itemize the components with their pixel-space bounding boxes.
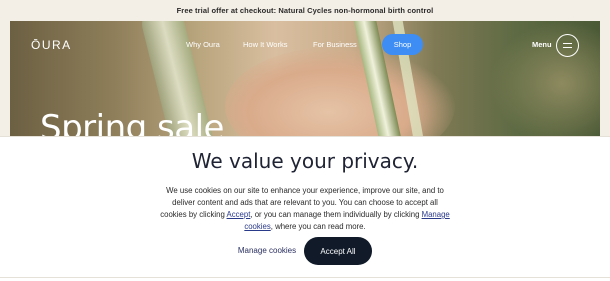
- shop-button[interactable]: Shop: [382, 34, 423, 55]
- divider: [0, 277, 610, 278]
- nav-link-how-it-works[interactable]: How It Works: [243, 40, 287, 49]
- promo-text: Free trial offer at checkout: Natural Cy…: [176, 6, 434, 15]
- menu-label[interactable]: Menu: [532, 40, 552, 49]
- cookie-consent-dialog: We value your privacy. We use cookies on…: [0, 136, 610, 281]
- oura-logo[interactable]: ŌURA: [31, 38, 72, 52]
- promo-banner[interactable]: Free trial offer at checkout: Natural Cy…: [0, 0, 610, 21]
- accept-all-button[interactable]: Accept All: [304, 237, 372, 265]
- privacy-description: We use cookies on our site to enhance yo…: [160, 186, 450, 231]
- accept-link[interactable]: Accept: [227, 210, 251, 219]
- nav-link-for-business[interactable]: For Business: [313, 40, 357, 49]
- nav-link-why-oura[interactable]: Why Oura: [186, 40, 220, 49]
- manage-cookies-button[interactable]: Manage cookies: [232, 246, 302, 255]
- menu-icon[interactable]: [556, 34, 579, 57]
- privacy-title: We value your privacy.: [191, 149, 419, 173]
